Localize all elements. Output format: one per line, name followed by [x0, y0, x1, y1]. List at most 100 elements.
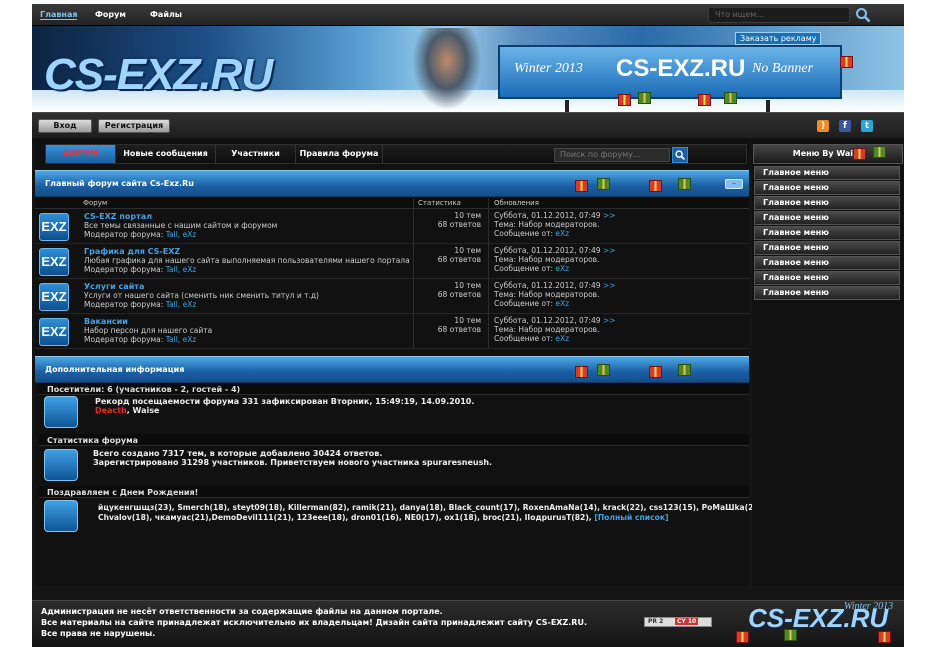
tab-members[interactable]: Участники	[216, 145, 296, 163]
auth-bar: Вход Регистрация ) f t	[32, 112, 904, 138]
col-stats: Статистика	[418, 199, 461, 207]
forum-description: Услуги от нашего сайта (сменить ник смен…	[84, 291, 319, 300]
forum-name-link[interactable]: Графика для CS-EXZ	[84, 247, 180, 256]
last-update-date: Суббота, 01.12.2012, 07:49 >>	[494, 211, 616, 220]
nav-files[interactable]: Файлы	[150, 10, 182, 19]
forum-moderators: Модератор форума: Tall, eXz	[84, 265, 197, 274]
sidebar-menu-item[interactable]: Главное меню	[754, 271, 900, 285]
sidebar-menu-item[interactable]: Главное меню	[754, 226, 900, 240]
ad-banner[interactable]: Winter 2013 CS-EXZ.RU No Banner	[498, 45, 842, 99]
last-update-date: Суббота, 01.12.2012, 07:49 >>	[494, 246, 616, 255]
sidebar-menu-item[interactable]: Главное меню	[754, 286, 900, 300]
forum-name-link[interactable]: Вакансии	[84, 317, 128, 326]
gift-icon	[840, 56, 853, 68]
topic-count: 10 тем	[454, 211, 481, 220]
footer: Администрация не несёт ответственности з…	[32, 600, 904, 647]
gift-icon	[597, 178, 610, 190]
info-section-header: Дополнительная информация	[35, 356, 749, 383]
top-navigation: Главная Форум Файлы Что ищем...	[32, 4, 904, 26]
column-divider	[413, 198, 414, 349]
forum-row[interactable]: EXZ Вакансии Набор персон для нашего сай…	[35, 314, 749, 349]
gift-icon	[575, 180, 588, 192]
last-topic[interactable]: Тема: Набор модераторов.	[494, 325, 599, 334]
last-update-date: Суббота, 01.12.2012, 07:49 >>	[494, 281, 616, 290]
stats-line: Всего создано 7317 тем, в которые добавл…	[93, 449, 383, 458]
user-link[interactable]: Deacth	[95, 406, 127, 415]
section-title: Главный форум сайта Cs-Exz.Ru	[45, 179, 194, 188]
moderator-links[interactable]: Tall, eXz	[166, 300, 197, 309]
forum-row[interactable]: EXZ Услуги сайта Услуги от нашего сайта …	[35, 279, 749, 314]
order-ad-link[interactable]: Заказать рекламу	[735, 32, 822, 45]
sidebar-menu-item[interactable]: Главное меню	[754, 196, 900, 210]
ad-site-text: CS-EXZ.RU	[616, 55, 746, 82]
login-button[interactable]: Вход	[38, 119, 92, 133]
visitor-record: Рекорд посещаемости форума 331 зафиксиро…	[95, 397, 475, 406]
forum-name-link[interactable]: Услуги сайта	[84, 282, 144, 291]
gift-icon	[698, 94, 711, 106]
gift-icon	[878, 631, 891, 643]
tab-forum-rules[interactable]: Правила форума	[296, 145, 383, 163]
last-topic[interactable]: Тема: Набор модераторов.	[494, 220, 599, 229]
tab-forum[interactable]: ФОРУМ	[46, 145, 116, 163]
site-search-input[interactable]: Что ищем...	[708, 7, 850, 23]
gift-icon	[649, 366, 662, 378]
last-author: Сообщение от: eXz	[494, 334, 570, 343]
facebook-icon[interactable]: f	[839, 120, 851, 132]
forum-tabs: ФОРУМ Новые сообщения Участники Правила …	[45, 144, 747, 164]
forum-table-header: Форум Статистика Обновления	[35, 198, 749, 209]
gift-icon	[678, 178, 691, 190]
gift-icon	[873, 146, 886, 158]
forum-search-input[interactable]: Поиск по форуму...	[554, 148, 670, 162]
forum-row[interactable]: EXZ Графика для CS-EXZ Любая графика для…	[35, 244, 749, 279]
main-column: ФОРУМ Новые сообщения Участники Правила …	[35, 138, 765, 586]
last-author: Сообщение от: eXz	[494, 264, 570, 273]
site-logo[interactable]: CS-EXZ.RU	[44, 50, 273, 100]
last-update-date: Суббота, 01.12.2012, 07:49 >>	[494, 316, 616, 325]
search-icon[interactable]	[672, 147, 688, 163]
moderator-links[interactable]: Tall, eXz	[166, 230, 197, 239]
sign-post	[565, 100, 569, 112]
sidebar-menu-item[interactable]: Главное меню	[754, 241, 900, 255]
tab-new-messages[interactable]: Новые сообщения	[116, 145, 216, 163]
forum-description: Все темы связанные с нашим сайтом и фору…	[84, 221, 278, 230]
online-users: Deacth, Waise	[95, 406, 160, 415]
gift-icon	[597, 364, 610, 376]
footer-line: Все материалы на сайте принадлежат исклю…	[41, 618, 587, 627]
twitter-icon[interactable]: t	[861, 120, 873, 132]
full-list-link[interactable]: [Полный список]	[594, 513, 668, 522]
footer-line: Все права не нарушены.	[41, 629, 156, 638]
gift-icon	[638, 92, 651, 104]
search-icon[interactable]	[855, 7, 871, 23]
nav-forum[interactable]: Форум	[95, 10, 126, 19]
sidebar: Меню By Waise Главное меню Главное меню …	[752, 138, 904, 586]
last-author: Сообщение от: eXz	[494, 229, 570, 238]
register-button[interactable]: Регистрация	[98, 119, 170, 133]
section-title: Дополнительная информация	[45, 365, 185, 374]
forum-row[interactable]: EXZ CS-EXZ портал Все темы связанные с н…	[35, 209, 749, 244]
sidebar-menu-item[interactable]: Главное меню	[754, 211, 900, 225]
last-topic[interactable]: Тема: Набор модераторов.	[494, 290, 599, 299]
nav-home[interactable]: Главная	[40, 10, 78, 20]
sidebar-menu-item[interactable]: Главное меню	[754, 256, 900, 270]
moderator-links[interactable]: Tall, eXz	[166, 265, 197, 274]
soldier-figure	[412, 28, 482, 110]
reply-count: 68 ответов	[437, 325, 481, 334]
collapse-button[interactable]: –	[725, 179, 743, 189]
sidebar-menu-item[interactable]: Главное меню	[754, 166, 900, 180]
gift-icon	[853, 148, 866, 160]
column-divider	[488, 198, 489, 349]
forum-logo-icon: EXZ	[39, 283, 69, 311]
stats-header: Статистика форума	[39, 434, 749, 446]
moderator-links[interactable]: Tall, eXz	[166, 335, 197, 344]
rss-icon[interactable]: )	[817, 120, 829, 132]
forum-logo-icon: EXZ	[39, 248, 69, 276]
forum-moderators: Модератор форума: Tall, eXz	[84, 300, 197, 309]
sidebar-menu-item[interactable]: Главное меню	[754, 181, 900, 195]
birthday-list: Chvalov(18), чкамуас(21),DemoDevil111(21…	[98, 513, 669, 522]
forum-name-link[interactable]: CS-EXZ портал	[84, 212, 152, 221]
col-forum: Форум	[83, 199, 108, 207]
pr-cy-counter[interactable]: PR 2 CY 10	[644, 617, 712, 627]
topic-count: 10 тем	[454, 281, 481, 290]
last-topic[interactable]: Тема: Набор модераторов.	[494, 255, 599, 264]
forum-moderators: Модератор форума: Tall, eXz	[84, 335, 197, 344]
